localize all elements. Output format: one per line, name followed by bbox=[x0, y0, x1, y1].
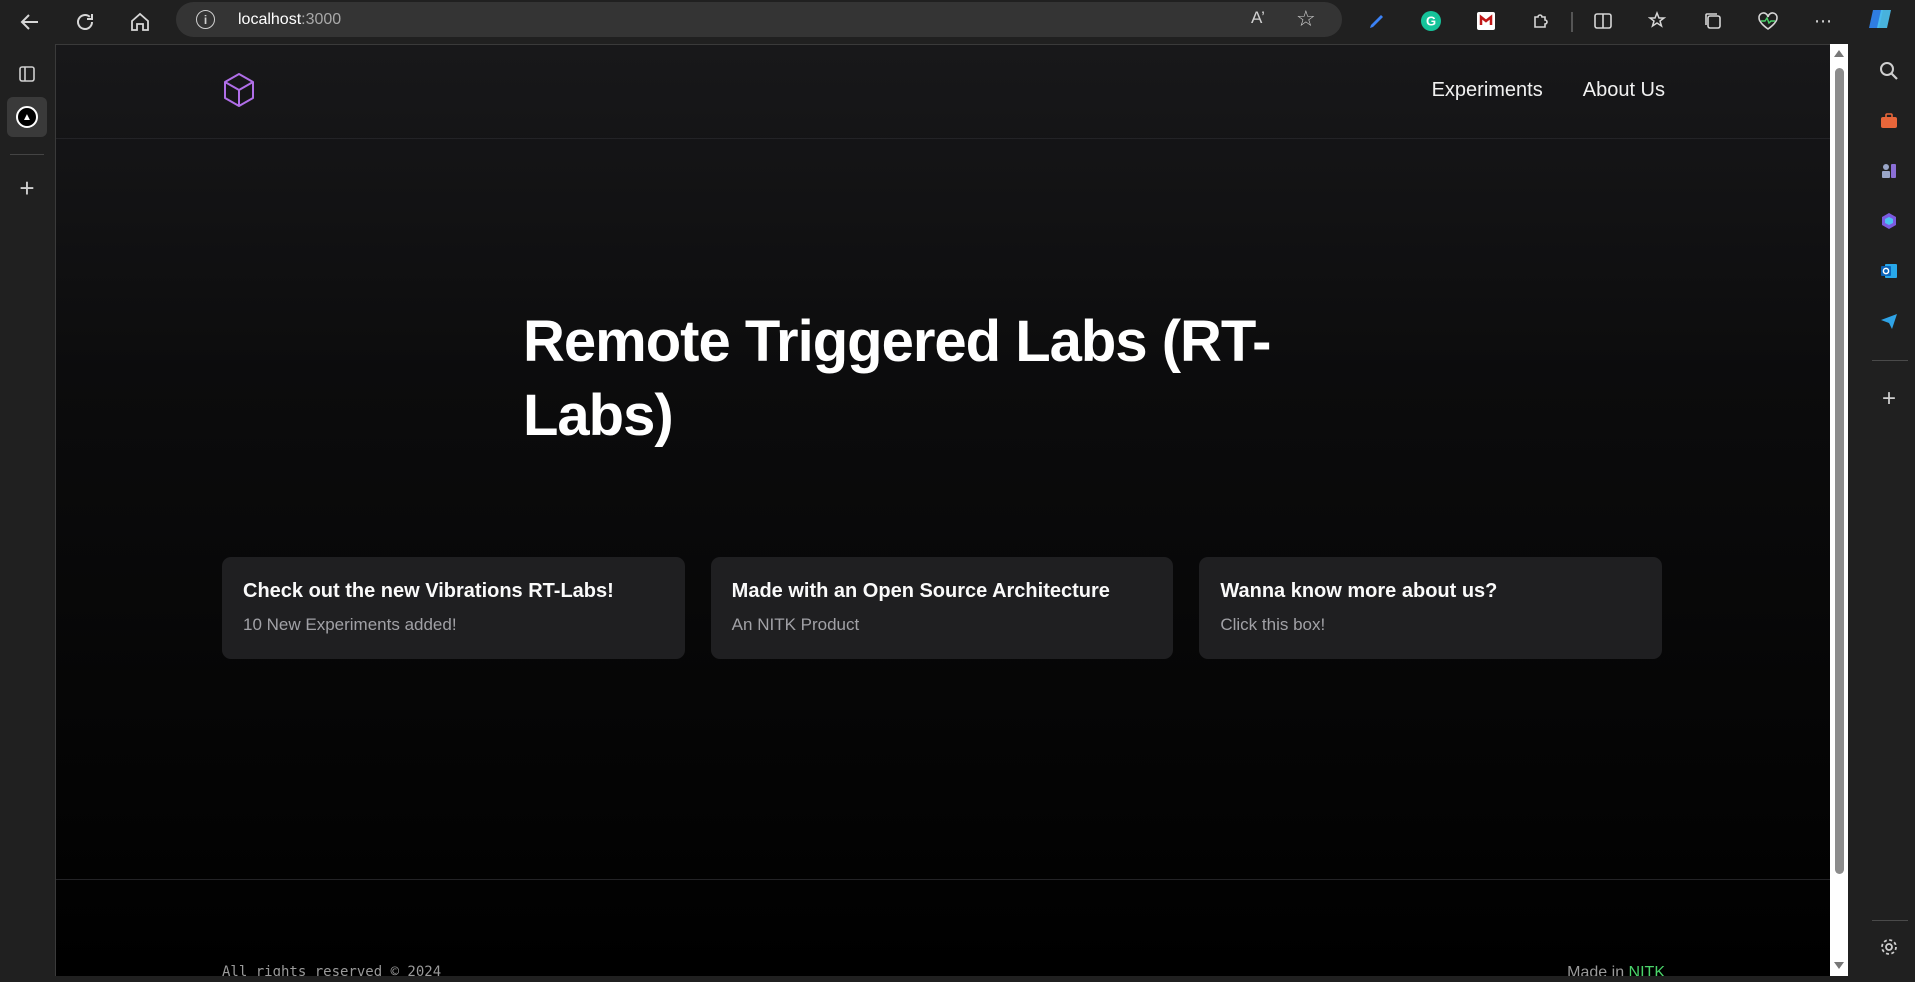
tab-actions-icon[interactable] bbox=[7, 54, 47, 94]
grammarly-icon[interactable]: G bbox=[1416, 6, 1446, 36]
window-bottom-edge bbox=[0, 976, 1915, 982]
extensions-puzzle-icon[interactable] bbox=[1526, 6, 1556, 36]
card-vibrations[interactable]: Check out the new Vibrations RT-Labs! 10… bbox=[222, 557, 685, 659]
home-icon[interactable] bbox=[122, 4, 158, 40]
page-viewport: Experiments About Us Remote Triggered La… bbox=[55, 44, 1830, 976]
vertical-tab-strip: ▲ + bbox=[0, 44, 55, 982]
main-nav: Experiments About Us bbox=[1432, 79, 1665, 102]
page-scrollbar[interactable] bbox=[1830, 44, 1848, 976]
card-subtitle: Click this box! bbox=[1220, 615, 1326, 634]
card-title: Wanna know more about us? bbox=[1220, 580, 1498, 602]
search-icon[interactable] bbox=[1874, 56, 1904, 86]
games-chess-icon[interactable] bbox=[1874, 156, 1904, 186]
scroll-up-arrow-icon[interactable] bbox=[1834, 50, 1844, 57]
url-port: :3000 bbox=[301, 11, 342, 28]
scrollbar-thumb[interactable] bbox=[1835, 68, 1844, 874]
copilot-icon[interactable] bbox=[1865, 4, 1895, 34]
site-info-icon[interactable]: i bbox=[196, 10, 215, 29]
more-options-icon[interactable]: ⋯ bbox=[1808, 6, 1838, 36]
add-sidebar-app-plus-icon[interactable]: + bbox=[1874, 384, 1904, 414]
url-host: localhost bbox=[238, 11, 302, 28]
mcafee-icon[interactable] bbox=[1471, 6, 1501, 36]
favorites-icon[interactable] bbox=[1643, 6, 1673, 36]
scroll-down-arrow-icon[interactable] bbox=[1834, 962, 1844, 969]
footer-made-prefix: Made in bbox=[1567, 964, 1629, 976]
card-about-us[interactable]: Wanna know more about us? Click this box… bbox=[1199, 557, 1663, 659]
new-tab-plus-icon[interactable]: + bbox=[7, 168, 47, 208]
address-url[interactable]: localhost:3000 bbox=[238, 11, 341, 29]
tab-divider bbox=[10, 154, 44, 155]
collections-icon[interactable] bbox=[1698, 6, 1728, 36]
sidebar-divider bbox=[1872, 360, 1908, 361]
svg-text:G: G bbox=[1426, 14, 1436, 29]
triangle-favicon-icon: ▲ bbox=[16, 106, 38, 128]
nav-about-link[interactable]: About Us bbox=[1583, 79, 1665, 102]
footer-copyright: All rights reserved © 2024 bbox=[222, 964, 442, 976]
send-telegram-icon[interactable] bbox=[1874, 306, 1904, 336]
site-header: Experiments About Us bbox=[56, 45, 1830, 139]
footer-nitk-link[interactable]: NITK bbox=[1629, 964, 1665, 976]
card-title: Check out the new Vibrations RT-Labs! bbox=[243, 580, 614, 602]
nav-experiments-link[interactable]: Experiments bbox=[1432, 79, 1543, 102]
pen-extension-icon[interactable] bbox=[1362, 6, 1392, 36]
toolbar-divider bbox=[1571, 12, 1573, 32]
address-bar[interactable]: i localhost:3000 A’ ☆ bbox=[176, 2, 1342, 37]
edge-sidebar: + bbox=[1864, 44, 1915, 982]
browser-toolbar: i localhost:3000 A’ ☆ G ⋯ bbox=[0, 0, 1915, 44]
settings-gear-icon[interactable] bbox=[1874, 932, 1904, 962]
feature-cards: Check out the new Vibrations RT-Labs! 10… bbox=[222, 557, 1663, 659]
refresh-icon[interactable] bbox=[67, 4, 103, 40]
card-title: Made with an Open Source Architecture bbox=[731, 580, 1110, 602]
card-subtitle: 10 New Experiments added! bbox=[243, 615, 457, 634]
back-arrow-icon[interactable] bbox=[12, 4, 48, 40]
active-tab[interactable]: ▲ bbox=[7, 97, 47, 137]
card-open-source[interactable]: Made with an Open Source Architecture An… bbox=[710, 557, 1174, 659]
sidebar-divider-bottom bbox=[1872, 920, 1908, 921]
outlook-icon[interactable] bbox=[1874, 256, 1904, 286]
split-screen-icon[interactable] bbox=[1588, 6, 1618, 36]
cube-logo-icon[interactable] bbox=[222, 72, 256, 108]
site-footer: All rights reserved © 2024 Made in NITK bbox=[56, 879, 1830, 976]
favorite-star-icon[interactable]: ☆ bbox=[1296, 6, 1316, 32]
hero-title: Remote Triggered Labs (RT-Labs) bbox=[523, 309, 1271, 448]
microsoft-365-icon[interactable] bbox=[1874, 206, 1904, 236]
read-aloud-icon[interactable]: A’ bbox=[1251, 8, 1265, 28]
footer-made-in: Made in NITK bbox=[1567, 964, 1665, 976]
card-subtitle: An NITK Product bbox=[731, 615, 860, 634]
browser-essentials-icon[interactable] bbox=[1753, 6, 1783, 36]
tools-briefcase-icon[interactable] bbox=[1874, 106, 1904, 136]
